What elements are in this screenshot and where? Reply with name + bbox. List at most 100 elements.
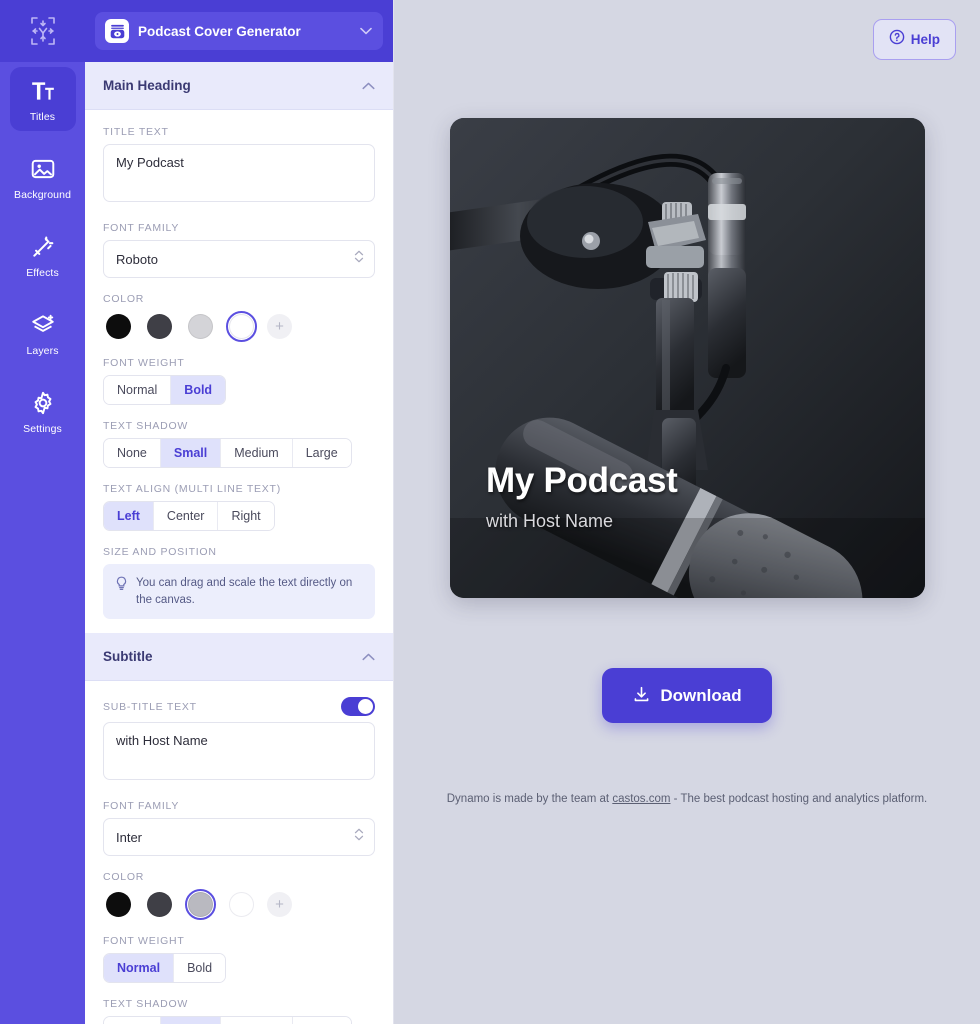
footer-suffix: - The best podcast hosting and analytics… [670, 793, 928, 805]
title-shadow-large[interactable]: Large [292, 439, 351, 467]
download-label: Download [660, 685, 742, 705]
project-name: Podcast Cover Generator [138, 23, 301, 39]
color-swatch-2-selected[interactable] [185, 889, 216, 921]
layers-icon [31, 314, 54, 332]
rail-item-list: Titles Background Effects Layers Setting… [0, 62, 85, 457]
sidebar-item-background[interactable]: Background [10, 145, 76, 209]
color-swatch-0[interactable] [103, 311, 134, 342]
hint-text: You can drag and scale the text directly… [136, 577, 353, 606]
footer-prefix: Dynamo is made by the team at [446, 793, 613, 805]
color-swatch-1[interactable] [144, 889, 175, 920]
section-header-subtitle[interactable]: Subtitle [85, 633, 393, 682]
chevron-up-icon [362, 648, 375, 666]
subtitle-font-weight-bold[interactable]: Bold [174, 954, 226, 983]
title-text-label: TITLE TEXT [103, 126, 169, 138]
title-text-input[interactable] [103, 144, 375, 202]
lightbulb-icon [115, 575, 128, 591]
podcast-mic-icon [105, 19, 129, 43]
title-text-align-group: Left Center Right [103, 501, 275, 531]
title-font-weight-group: Normal Bold [103, 375, 227, 405]
size-and-position-label: SIZE AND POSITION [103, 546, 217, 558]
toggle-knob [358, 699, 373, 715]
title-shadow-medium[interactable]: Medium [221, 439, 293, 467]
transform-crop-icon [30, 17, 55, 45]
color-swatch-2[interactable] [185, 311, 216, 342]
panel-topbar: Podcast Cover Generator [85, 0, 393, 62]
chevron-down-icon [359, 27, 373, 35]
title-font-weight-bold[interactable]: Bold [171, 376, 226, 404]
title-color-swatches: + [103, 311, 375, 342]
subtitle-text-label: SUB-TITLE TEXT [103, 700, 197, 713]
subtitle-font-weight-normal[interactable]: Normal [104, 954, 175, 983]
title-align-right[interactable]: Right [218, 502, 274, 530]
subtitle-font-family-select[interactable]: Inter [103, 818, 375, 857]
section-body-subtitle: SUB-TITLE TEXT FONT FAMILY Inter COLOR [85, 681, 393, 1024]
chevron-up-icon [362, 77, 375, 95]
title-font-family-select[interactable]: Roboto [103, 240, 375, 278]
color-swatch-3-selected[interactable] [226, 311, 257, 342]
title-font-weight-normal[interactable]: Normal [104, 376, 172, 404]
subtitle-text-label-row: SUB-TITLE TEXT [103, 697, 375, 717]
subtitle-color-swatches: + [103, 889, 375, 921]
section-body-main-heading: TITLE TEXT FONT FAMILY Roboto COLOR [85, 110, 393, 633]
subtitle-shadow-none[interactable]: None [104, 1017, 161, 1024]
title-text-shadow-label: TEXT SHADOW [103, 420, 189, 432]
color-swatch-1[interactable] [144, 311, 175, 342]
subtitle-font-weight-group: Normal Bold [103, 953, 227, 984]
subtitle-text-shadow-group: None Small Medium Large [103, 1016, 352, 1024]
control-panel: Podcast Cover Generator Main Heading TIT… [85, 0, 394, 1024]
subtitle-enable-toggle[interactable] [341, 697, 375, 717]
size-position-hint: You can drag and scale the text directly… [103, 564, 375, 620]
section-title: Main Heading [103, 78, 191, 93]
subtitle-text-input[interactable] [103, 722, 375, 781]
sidebar-item-label: Effects [26, 267, 59, 279]
color-swatch-0[interactable] [103, 889, 134, 920]
castos-link[interactable]: castos.com [612, 793, 670, 805]
subtitle-color-label: COLOR [103, 871, 145, 884]
title-font-weight-label: FONT WEIGHT [103, 357, 185, 369]
app-root: Titles Background Effects Layers Setting… [0, 0, 980, 1024]
sidebar-item-settings[interactable]: Settings [10, 379, 76, 443]
subtitle-shadow-large[interactable]: Large [292, 1017, 351, 1024]
subtitle-font-family-control: Inter [103, 818, 375, 857]
project-selector[interactable]: Podcast Cover Generator [95, 12, 383, 50]
sidebar-item-label: Settings [23, 423, 62, 435]
title-color-label: COLOR [103, 293, 145, 305]
text-titles-icon [31, 82, 54, 100]
cover-preview[interactable]: My Podcast with Host Name [450, 118, 925, 598]
title-align-left[interactable]: Left [104, 502, 154, 530]
sidebar-item-label: Background [13, 189, 72, 201]
title-font-family-control: Roboto [103, 240, 375, 278]
cover-subtitle: with Host Name [486, 511, 614, 531]
cover-text-overlay[interactable]: My Podcast with Host Name [486, 461, 678, 532]
add-color-button[interactable]: + [267, 892, 292, 918]
left-rail: Titles Background Effects Layers Setting… [0, 0, 85, 1024]
download-icon [632, 685, 651, 707]
download-button[interactable]: Download [602, 668, 772, 723]
title-shadow-small[interactable]: Small [160, 439, 222, 467]
app-logo[interactable] [0, 0, 85, 62]
title-text-align-label: TEXT ALIGN (MULTI LINE TEXT) [103, 483, 281, 495]
subtitle-shadow-small[interactable]: Small [160, 1017, 222, 1024]
footer-credit: Dynamo is made by the team at castos.com… [394, 793, 980, 805]
section-title: Subtitle [103, 649, 153, 665]
title-font-family-label: FONT FAMILY [103, 222, 180, 234]
title-shadow-none[interactable]: None [104, 439, 161, 467]
gear-icon [34, 391, 51, 415]
subtitle-text-shadow-label: TEXT SHADOW [103, 998, 189, 1011]
image-icon [31, 159, 54, 179]
color-swatch-3[interactable] [226, 889, 257, 920]
sidebar-item-layers[interactable]: Layers [10, 301, 76, 365]
sidebar-item-label: Titles [29, 111, 56, 123]
cover-title: My Podcast [486, 461, 678, 501]
add-color-button[interactable]: + [267, 314, 292, 339]
preview-stage: Help My Podcast with Host Name Download … [394, 0, 980, 1024]
section-header-main-heading[interactable]: Main Heading [85, 62, 393, 110]
sidebar-item-titles[interactable]: Titles [9, 67, 76, 131]
title-align-center[interactable]: Center [153, 502, 219, 530]
sidebar-item-effects[interactable]: Effects [10, 223, 76, 287]
title-text-shadow-group: None Small Medium Large [103, 438, 352, 468]
subtitle-font-family-label: FONT FAMILY [103, 800, 180, 813]
help-button[interactable]: Help [872, 19, 956, 60]
subtitle-shadow-medium[interactable]: Medium [221, 1017, 293, 1024]
